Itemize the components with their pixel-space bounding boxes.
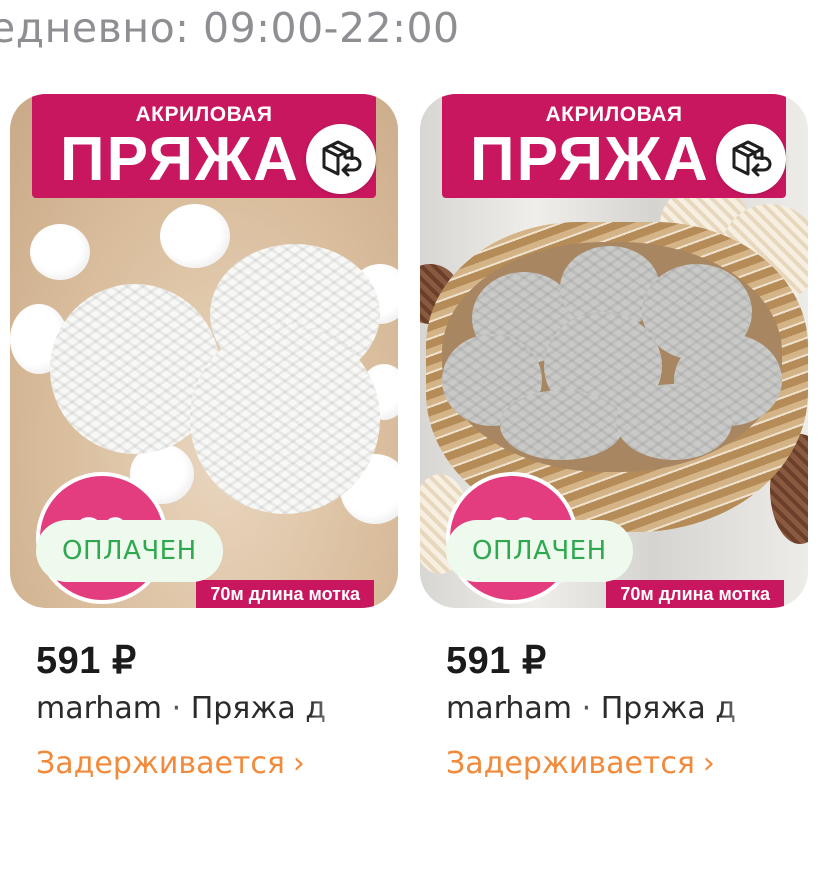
banner-title: ПРЯЖА <box>470 125 710 194</box>
delivery-status-text: Задерживается <box>36 746 285 781</box>
length-tag: 70м длина мотка <box>196 580 374 608</box>
status-badge: ОПЛАЧЕН <box>36 520 223 582</box>
box-return-icon <box>322 140 362 177</box>
seller-name: marham <box>446 691 573 726</box>
box-return-icon <box>732 140 772 177</box>
product-title: Пряжа д <box>600 691 737 726</box>
separator: · <box>581 691 592 726</box>
product-price: 591 ₽ <box>36 640 137 682</box>
cotton-decoration <box>160 204 230 268</box>
cotton-decoration <box>30 224 90 280</box>
product-subtitle[interactable]: marham · Пряжа д <box>10 691 362 726</box>
product-image[interactable]: АКРИЛОВАЯ ПРЯЖА 20 70м длина мотка ОПЛАЧ… <box>420 94 808 608</box>
yarn-ball <box>500 390 624 460</box>
product-image[interactable]: АКРИЛОВАЯ ПРЯЖА 20 70м длина мотка ОПЛАЧ… <box>10 94 398 608</box>
return-button[interactable] <box>306 124 376 194</box>
yarn-ball <box>190 324 380 514</box>
yarn-ball <box>616 384 732 460</box>
delivery-status-link[interactable]: Задерживается › <box>420 746 808 781</box>
product-price: 591 ₽ <box>446 640 547 682</box>
delivery-status-text: Задерживается <box>446 746 695 781</box>
product-card[interactable]: АКРИЛОВАЯ ПРЯЖА 20 70м длина мотка ОПЛАЧ… <box>10 94 398 781</box>
length-tag: 70м длина мотка <box>606 580 784 608</box>
return-button[interactable] <box>716 124 786 194</box>
product-title: Пряжа д <box>190 691 327 726</box>
banner-title: ПРЯЖА <box>60 125 300 194</box>
delivery-status-link[interactable]: Задерживается › <box>10 746 398 781</box>
status-badge: ОПЛАЧЕН <box>446 520 633 582</box>
seller-name: marham <box>36 691 163 726</box>
chevron-right-icon: › <box>702 746 715 781</box>
chevron-right-icon: › <box>292 746 305 781</box>
product-subtitle[interactable]: marham · Пряжа д <box>420 691 772 726</box>
separator: · <box>171 691 182 726</box>
product-card[interactable]: АКРИЛОВАЯ ПРЯЖА 20 70м длина мотка ОПЛАЧ… <box>420 94 808 781</box>
working-hours: едневно: 09:00-22:00 <box>0 4 460 52</box>
